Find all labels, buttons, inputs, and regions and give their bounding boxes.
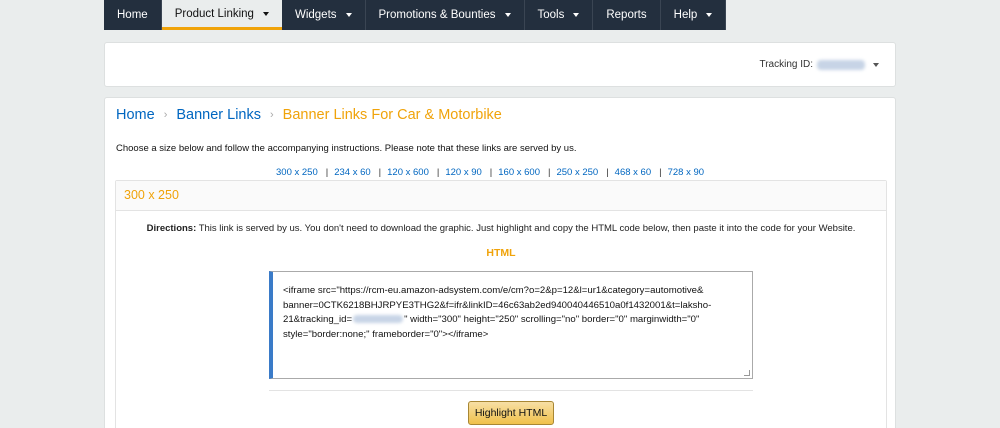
nav-widgets[interactable]: Widgets: [282, 0, 366, 30]
breadcrumb-separator-icon: ›: [270, 109, 274, 121]
size-link[interactable]: 250 x 250: [556, 167, 598, 178]
size-separator: |: [489, 167, 493, 178]
caret-down-icon: [573, 13, 580, 17]
directions-text: Directions: This link is served by us. Y…: [116, 223, 886, 234]
caret-down-icon: [706, 13, 713, 17]
caret-down-icon: [504, 13, 511, 17]
nav-reports[interactable]: Reports: [593, 0, 661, 30]
size-separator: |: [606, 167, 609, 178]
banner-links-card: Home › Banner Links › Banner Links For C…: [104, 97, 896, 428]
code-line: <iframe src="https://rcm-eu.amazon-adsys…: [283, 285, 704, 296]
size-links: 300 x 250 | 234 x 60 | 120 x 600 | 120 x…: [276, 167, 704, 178]
size-link[interactable]: 160 x 600: [498, 167, 540, 178]
breadcrumb-banner-links[interactable]: Banner Links: [176, 107, 261, 123]
code-line-part: " width="300" height="250" scrolling="no…: [404, 314, 700, 325]
code-line: style="border:none;" frameborder="0"></i…: [283, 328, 489, 340]
size-separator: |: [436, 167, 440, 178]
caret-down-icon: [873, 62, 879, 67]
size-separator: |: [325, 167, 329, 178]
nav-home-label: Home: [117, 9, 148, 21]
resize-handle-icon[interactable]: [744, 370, 750, 376]
tracking-id-selector[interactable]: Tracking ID:: [759, 59, 879, 70]
nav-widgets-label: Widgets: [294, 9, 337, 21]
nav-reports-label: Reports: [606, 9, 647, 21]
tracking-id-label: Tracking ID:: [759, 59, 813, 70]
caret-down-icon: [345, 13, 352, 17]
size-separator: |: [547, 167, 551, 178]
breadcrumb-home[interactable]: Home: [116, 107, 155, 123]
size-link[interactable]: 120 x 90: [445, 167, 481, 178]
nav-tools[interactable]: Tools: [525, 0, 594, 30]
tracking-id-redacted: [353, 315, 404, 324]
nav-promotions[interactable]: Promotions & Bounties: [366, 0, 525, 30]
nav-promotions-label: Promotions & Bounties: [378, 9, 496, 21]
size-link[interactable]: 120 x 600: [387, 167, 429, 178]
nav-tools-label: Tools: [537, 9, 565, 21]
code-line-part: 21&tracking_id=: [283, 314, 353, 325]
breadcrumb: Home › Banner Links › Banner Links For C…: [116, 107, 502, 123]
size-panel: 300 x 250 Directions: This link is serve…: [115, 180, 887, 428]
code-line: banner=0CTK6218BHJRPYE3THG2&f=ifr&linkID…: [283, 299, 712, 311]
nav-product-linking-label: Product Linking: [174, 7, 254, 20]
size-link[interactable]: 234 x 60: [334, 167, 370, 178]
breadcrumb-separator-icon: ›: [163, 109, 168, 121]
html-code-textarea[interactable]: <iframe src="https://rcm-eu.amazon-adsys…: [269, 271, 753, 379]
size-link[interactable]: 300 x 250: [276, 167, 318, 178]
html-heading: HTML: [486, 247, 516, 259]
directions-label: Directions:: [146, 223, 197, 234]
nav-help[interactable]: Help: [661, 0, 727, 30]
divider: [269, 390, 753, 391]
size-link[interactable]: 468 x 60: [615, 167, 651, 178]
size-link[interactable]: 728 x 90: [668, 167, 704, 178]
nav-help-label: Help: [673, 9, 698, 21]
size-separator: |: [378, 167, 382, 178]
nav-home[interactable]: Home: [104, 0, 162, 30]
panel-title: 300 x 250: [116, 181, 886, 211]
code-line: 21&tracking_id= " width="300" height="250…: [283, 313, 742, 328]
tracking-card: Tracking ID:: [104, 42, 896, 87]
caret-down-icon: [262, 11, 269, 16]
size-separator: |: [659, 167, 662, 178]
intro-text: Choose a size below and follow the accom…: [116, 143, 577, 154]
tracking-id-value-redacted: [817, 59, 865, 70]
breadcrumb-current: Banner Links For Car & Motorbike: [282, 107, 502, 123]
top-navigation: Home Product Linking Widgets Promotions …: [104, 0, 727, 30]
highlight-html-button[interactable]: Highlight HTML: [468, 401, 554, 425]
nav-product-linking[interactable]: Product Linking: [161, 0, 282, 30]
directions-body: This link is served by us. You don't nee…: [198, 223, 856, 234]
